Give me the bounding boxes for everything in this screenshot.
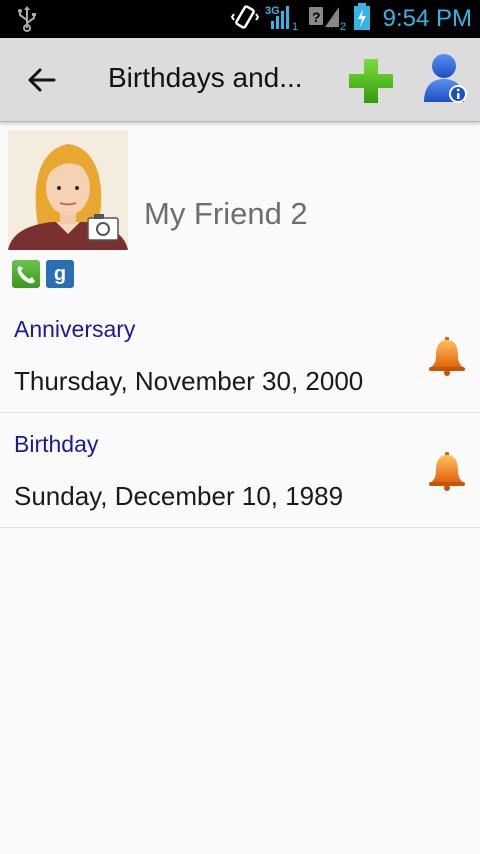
back-arrow-icon — [28, 68, 56, 92]
event-row[interactable]: Birthday Sunday, December 10, 1989 — [0, 413, 480, 528]
event-row[interactable]: Anniversary Thursday, November 30, 2000 — [0, 298, 480, 413]
contact-photo[interactable] — [8, 130, 128, 250]
event-label: Birthday — [14, 431, 99, 457]
event-label: Anniversary — [14, 316, 136, 342]
status-bar: 3G 1 ? × 2 9:54 PM — [0, 0, 480, 38]
sim2-label: 2 — [340, 21, 346, 31]
google-account-icon: g — [46, 260, 74, 288]
phone-account-icon — [12, 260, 40, 288]
contact-info-icon — [424, 54, 467, 103]
svg-text:?: ? — [312, 9, 321, 25]
account-icons: g — [12, 260, 74, 288]
signal-3g-icon: 3G 1 — [265, 3, 301, 35]
google-letter: g — [53, 262, 67, 285]
event-date: Thursday, November 30, 2000 — [14, 366, 364, 396]
svg-text:×: × — [327, 21, 333, 31]
contact-info-button[interactable] — [420, 52, 472, 108]
sim1-label: 1 — [292, 21, 298, 31]
back-button[interactable] — [20, 58, 64, 102]
clock: 9:54 PM — [382, 5, 472, 32]
page-title: Birthdays and... — [108, 62, 303, 93]
reminder-bell-icon[interactable] — [428, 336, 466, 376]
add-button[interactable] — [346, 56, 396, 106]
network-type-label: 3G — [265, 5, 280, 17]
avatar-icon — [8, 130, 128, 250]
battery-charging-icon — [353, 3, 371, 35]
contact-name: My Friend 2 — [144, 196, 308, 231]
vibrate-icon — [230, 4, 259, 34]
usb-icon — [16, 6, 38, 36]
add-icon — [349, 59, 393, 103]
no-sim-icon: ? × 2 — [307, 3, 347, 35]
reminder-bell-icon[interactable] — [428, 451, 466, 491]
event-date: Sunday, December 10, 1989 — [14, 481, 344, 511]
action-bar: Birthdays and... — [0, 38, 480, 122]
